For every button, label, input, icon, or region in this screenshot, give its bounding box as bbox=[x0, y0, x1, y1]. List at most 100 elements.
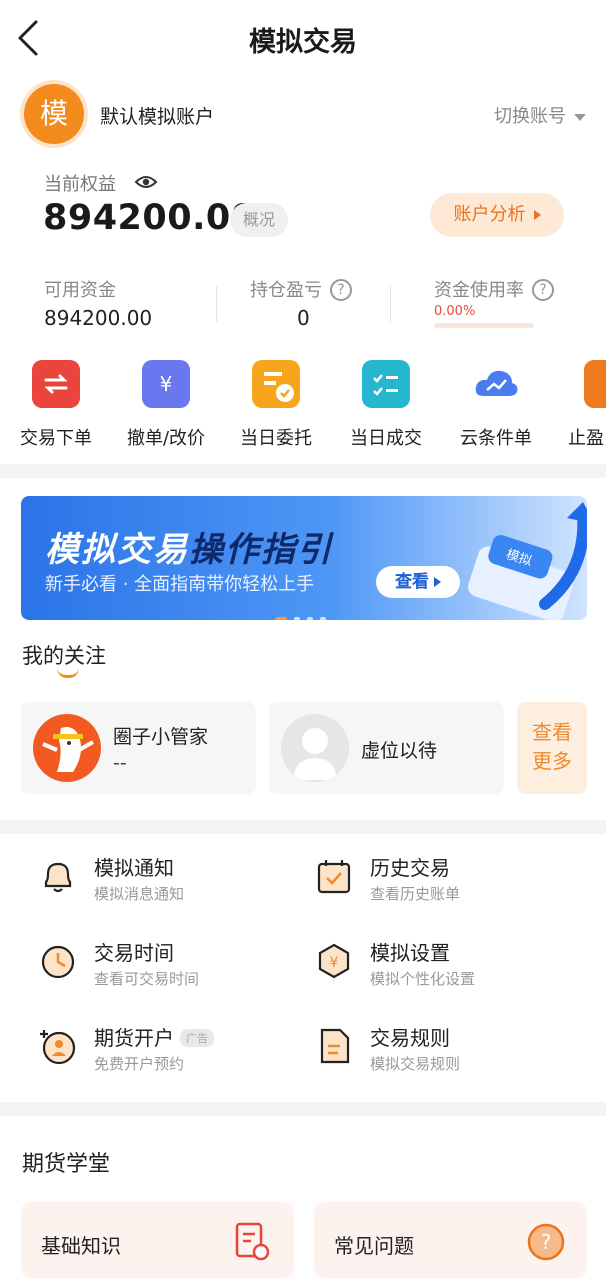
quick-action-label: 当日委托 bbox=[240, 428, 312, 449]
take-profit-icon bbox=[584, 360, 606, 408]
document-icon bbox=[235, 1222, 270, 1261]
overview-button[interactable]: 概况 bbox=[230, 203, 288, 237]
school-basics-card[interactable]: 基础知识 bbox=[21, 1202, 294, 1278]
fund-usage-label: 资金使用率 bbox=[434, 280, 524, 301]
dropdown-icon bbox=[574, 113, 586, 121]
quick-action-label: 云条件单 bbox=[460, 428, 532, 449]
equity-label: 当前权益 bbox=[44, 174, 116, 195]
position-pnl-value: 0 bbox=[297, 306, 310, 330]
available-funds-value: 894200.00 bbox=[44, 306, 153, 330]
quick-action-label: 撤单/改价 bbox=[126, 428, 206, 449]
more-line-1: 查看 bbox=[532, 720, 572, 744]
menu-subtitle: 模拟个性化设置 bbox=[370, 970, 476, 988]
menu-title: 期货开户 bbox=[94, 1026, 174, 1050]
quick-action-order[interactable]: 交易下单 bbox=[6, 360, 106, 450]
menu-subtitle: 免费开户预约 bbox=[94, 1055, 185, 1073]
school-card-label: 基础知识 bbox=[41, 1234, 121, 1258]
entrust-icon bbox=[252, 360, 300, 408]
open-account-icon bbox=[38, 1026, 78, 1066]
settings-icon: ¥ bbox=[314, 941, 354, 981]
fund-usage-value: 0.00% bbox=[434, 304, 476, 319]
follow-sub: -- bbox=[113, 752, 127, 774]
clock-icon bbox=[38, 941, 78, 981]
banner-view-label: 查看 bbox=[395, 572, 429, 592]
divider bbox=[216, 286, 217, 322]
banner-view-button[interactable]: 查看 bbox=[376, 566, 460, 598]
help-icon[interactable]: ? bbox=[532, 279, 554, 301]
section-divider bbox=[0, 820, 606, 834]
quick-action-label: 止盈 bbox=[568, 428, 604, 449]
quick-action-take-profit[interactable]: 止盈 bbox=[556, 360, 606, 450]
menu-open-account[interactable]: 期货开户 广告 免费开户预约 bbox=[38, 1022, 298, 1082]
school-section-title: 期货学堂 bbox=[22, 1152, 111, 1177]
menu-title: 模拟设置 bbox=[370, 941, 450, 965]
svg-text:¥: ¥ bbox=[160, 372, 173, 396]
page-title: 模拟交易 bbox=[249, 27, 357, 58]
banner-title: 模拟交易操作指引 bbox=[45, 522, 333, 571]
menu-title: 交易规则 bbox=[370, 1026, 450, 1050]
available-funds-label: 可用资金 bbox=[44, 280, 116, 301]
school-card-label: 常见问题 bbox=[334, 1234, 414, 1258]
follow-card-placeholder[interactable]: 虚位以待 bbox=[269, 702, 504, 794]
phone-illustration-icon: 模拟 bbox=[468, 502, 587, 620]
menu-notification[interactable]: 模拟通知 模拟消息通知 bbox=[38, 852, 278, 912]
avatar-placeholder-icon bbox=[281, 714, 349, 782]
follow-section-title: 我的关注 bbox=[22, 644, 106, 668]
section-divider bbox=[0, 464, 606, 478]
quick-action-cloud[interactable]: 云条件单 bbox=[446, 360, 546, 450]
menu-rules[interactable]: 交易规则 模拟交易规则 bbox=[314, 1022, 554, 1082]
svg-text:?: ? bbox=[541, 1230, 552, 1254]
rules-icon bbox=[314, 1026, 354, 1066]
top-bar: 模拟交易 bbox=[0, 0, 606, 76]
order-icon bbox=[32, 360, 80, 408]
follow-card-butler[interactable]: 圈子小管家 -- bbox=[21, 702, 256, 794]
title-underline bbox=[57, 668, 79, 678]
account-avatar: 模 bbox=[24, 84, 84, 144]
menu-trading-hours[interactable]: 交易时间 查看可交易时间 bbox=[38, 937, 278, 997]
account-name: 默认模拟账户 bbox=[100, 106, 215, 128]
help-icon[interactable]: ? bbox=[330, 279, 352, 301]
divider bbox=[390, 286, 391, 322]
quick-action-entrust[interactable]: 当日委托 bbox=[226, 360, 326, 450]
arrow-right-icon bbox=[533, 210, 541, 220]
school-faq-card[interactable]: 常见问题 ? bbox=[314, 1202, 587, 1278]
quick-action-cancel[interactable]: ¥ 撤单/改价 bbox=[116, 360, 216, 450]
switch-account-label: 切换账号 bbox=[494, 106, 566, 127]
quick-action-deal[interactable]: 当日成交 bbox=[336, 360, 436, 450]
position-pnl-label-group: 持仓盈亏? bbox=[250, 276, 352, 302]
cloud-icon bbox=[472, 360, 520, 408]
view-more-button[interactable]: 查看 更多 bbox=[517, 702, 587, 794]
account-analysis-label: 账户分析 bbox=[453, 204, 526, 225]
svg-text:¥: ¥ bbox=[330, 955, 339, 971]
menu-subtitle: 模拟交易规则 bbox=[370, 1055, 461, 1073]
eye-icon[interactable] bbox=[134, 171, 158, 193]
quick-action-label: 交易下单 bbox=[20, 428, 92, 449]
banner-subtitle: 新手必看 · 全面指南带你轻松上手 bbox=[45, 574, 315, 595]
cancel-order-icon: ¥ bbox=[142, 360, 190, 408]
bell-icon bbox=[38, 856, 78, 896]
avatar bbox=[33, 714, 101, 782]
banner-title-a: 模拟交易 bbox=[45, 530, 189, 570]
menu-settings[interactable]: ¥ 模拟设置 模拟个性化设置 bbox=[314, 937, 554, 997]
account-analysis-button[interactable]: 账户分析 bbox=[430, 193, 564, 237]
menu-title: 交易时间 bbox=[94, 941, 174, 965]
switch-account-button[interactable]: 切换账号 bbox=[494, 102, 586, 128]
banner-pagination bbox=[275, 606, 333, 620]
follow-name: 虚位以待 bbox=[361, 740, 438, 762]
menu-history[interactable]: 历史交易 查看历史账单 bbox=[314, 852, 554, 912]
section-divider bbox=[0, 1102, 606, 1116]
equity-value: 894200.00 bbox=[43, 198, 256, 238]
menu-title: 历史交易 bbox=[370, 856, 450, 880]
menu-subtitle: 查看历史账单 bbox=[370, 885, 461, 903]
menu-subtitle: 查看可交易时间 bbox=[94, 970, 200, 988]
quick-action-label: 当日成交 bbox=[350, 428, 422, 449]
deal-icon bbox=[362, 360, 410, 408]
menu-subtitle: 模拟消息通知 bbox=[94, 885, 185, 903]
follow-name: 圈子小管家 bbox=[113, 726, 209, 748]
more-line-2: 更多 bbox=[532, 749, 572, 773]
menu-title-group: 期货开户 广告 bbox=[94, 1022, 214, 1051]
question-icon: ? bbox=[527, 1223, 565, 1261]
calendar-icon bbox=[314, 856, 354, 896]
arrow-right-icon bbox=[434, 577, 441, 587]
guide-banner[interactable]: 模拟交易操作指引 新手必看 · 全面指南带你轻松上手 查看 模拟 bbox=[21, 496, 587, 620]
